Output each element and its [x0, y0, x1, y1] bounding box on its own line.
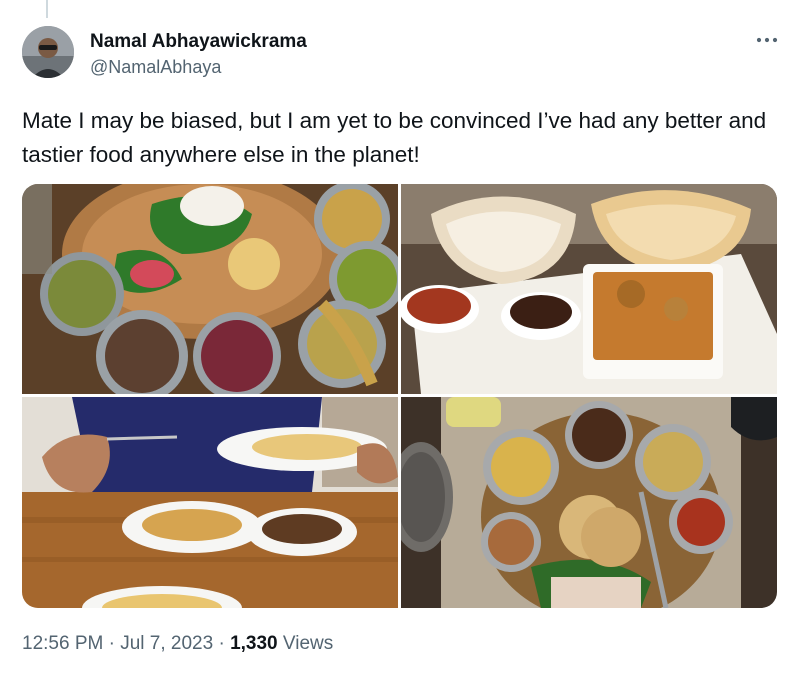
hoppers-and-curries-photo[interactable] — [401, 184, 777, 394]
meta-separator: · — [108, 633, 115, 654]
tweet-text: Mate I may be biased, but I am yet to be… — [22, 108, 767, 167]
more-options-button[interactable] — [752, 28, 782, 52]
tweet-meta: 12:56 PM · Jul 7, 2023 · 1,330 Views — [22, 633, 333, 655]
diner-eating-meal-photo[interactable] — [22, 397, 398, 608]
views-count: 1,330 — [230, 633, 278, 654]
media-grid — [22, 184, 777, 608]
views-label: Views — [282, 633, 334, 654]
tweet-time[interactable]: 12:56 PM — [22, 633, 103, 654]
thali-with-roti-photo[interactable] — [401, 397, 777, 608]
avatar[interactable] — [22, 26, 74, 78]
author-display-name[interactable]: Namal Abhayawickrama — [90, 31, 307, 53]
author-handle[interactable]: @NamalAbhaya — [90, 57, 221, 78]
thread-connector-line — [46, 0, 48, 18]
rice-and-curry-platter-photo[interactable] — [22, 184, 398, 394]
tweet-date[interactable]: Jul 7, 2023 — [120, 633, 213, 654]
meta-separator: · — [218, 633, 225, 654]
more-dots-icon — [756, 37, 778, 43]
